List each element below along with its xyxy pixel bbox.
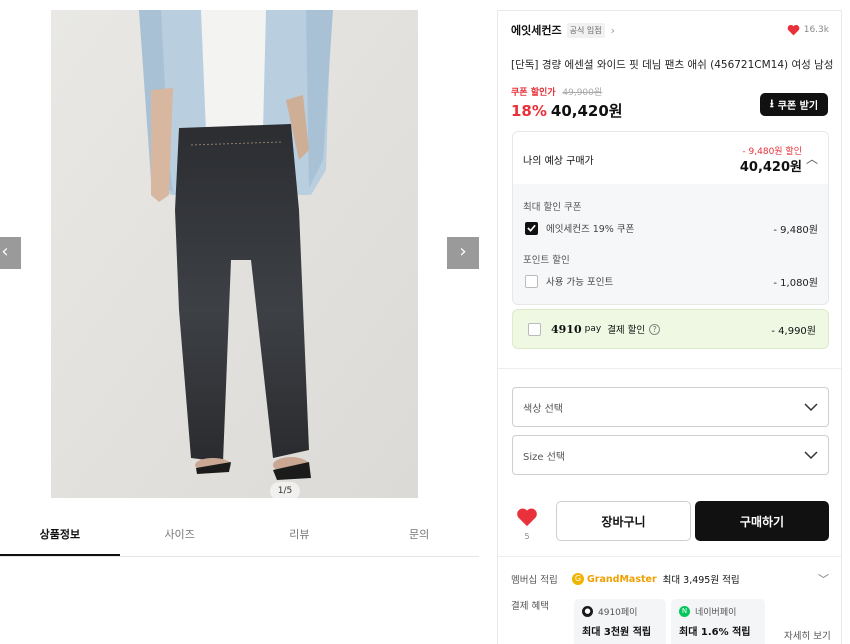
buy-now-button[interactable]: 구매하기 (695, 501, 829, 541)
membership-max: 최대 3,495원 적립 (662, 575, 740, 586)
image-counter: 1/5 (270, 482, 300, 498)
brand-like-button[interactable]: 16.3k (787, 24, 829, 36)
estimated-price-label: 나의 예상 구매가 (523, 156, 594, 167)
discount-rate: 18% (511, 102, 547, 120)
membership-row[interactable]: 멤버십 적립 G GrandMaster 최대 3,495원 적립 ﹀ (511, 571, 829, 587)
chevron-down-icon[interactable]: ﹀ (818, 571, 829, 587)
benefit-card-name: 4910페이 (598, 608, 638, 618)
pay-discount-amount: - 4,990원 (771, 325, 816, 337)
membership-label: 멤버십 적립 (511, 575, 558, 586)
benefit-card-naverpay[interactable]: N 네이버페이 최대 1.6% 적립 (671, 599, 765, 644)
coupon-checkbox-row[interactable]: 에잇세컨즈 19% 쿠폰 - 9,480원 (525, 220, 818, 236)
point-item-amount: - 1,080원 (773, 277, 818, 289)
get-coupon-button[interactable]: ⭳ 쿠폰 받기 (760, 93, 828, 116)
heart-icon (787, 24, 800, 36)
tab-size[interactable]: 사이즈 (120, 516, 240, 556)
like-count: 16.3k (803, 25, 829, 35)
divider (498, 556, 841, 557)
like-button[interactable]: 5 (515, 507, 539, 541)
color-select-placeholder: 색상 선택 (523, 403, 563, 415)
chevron-right-icon[interactable]: › (611, 24, 615, 37)
product-title: [단독] 경량 에센셜 와이드 핏 데님 팬츠 애쉬 (456721CM14) … (511, 59, 834, 71)
point-item-label: 사용 가능 포인트 (546, 277, 614, 288)
benefit-card-text: 최대 3천원 적립 (582, 627, 652, 638)
size-select-placeholder: Size 선택 (523, 451, 566, 463)
sale-price: 40,420원 (550, 102, 623, 120)
chevron-down-icon (804, 450, 818, 459)
product-gallery: 1/5 ‹ › (0, 0, 479, 500)
payment-benefit-label: 결제 혜택 (511, 601, 549, 612)
point-checkbox-row[interactable]: 사용 가능 포인트 - 1,080원 (525, 273, 818, 289)
coupon-item-label: 에잇세컨즈 19% 쿠폰 (546, 224, 635, 235)
point-title: 포인트 할인 (523, 255, 570, 266)
official-badge: 공식 입점 (566, 22, 605, 38)
membership-grade: GrandMaster (587, 573, 657, 585)
grade-badge-icon: G (572, 573, 584, 585)
chevron-right-icon[interactable]: › (447, 237, 479, 269)
pay-discount-row[interactable]: 4910 pay 결제 할인 ? - 4,990원 (512, 309, 829, 349)
discount-details: 최대 할인 쿠폰 에잇세컨즈 19% 쿠폰 - 9,480원 포인트 할인 사용… (513, 184, 828, 304)
benefit-card-4910pay[interactable]: ● 4910페이 최대 3천원 적립 (574, 599, 666, 644)
estimated-price-box: 나의 예상 구매가 - 9,480원 할인 40,420원 ︿ 최대 할인 쿠폰… (512, 131, 829, 305)
original-price: 49,900원 (562, 88, 603, 98)
get-coupon-label: 쿠폰 받기 (777, 101, 819, 112)
pay-checkbox[interactable] (528, 322, 541, 336)
product-tabs: 상품정보 사이즈 리뷰 문의 (0, 516, 479, 557)
coupon-checkbox[interactable] (525, 221, 538, 235)
price-block: 쿠폰 할인가 49,900원 18% 40,420원 (511, 84, 623, 121)
help-icon[interactable]: ? (649, 323, 661, 335)
coupon-price-label: 쿠폰 할인가 (511, 88, 556, 98)
like-count: 5 (524, 532, 530, 541)
tab-inquiry[interactable]: 문의 (359, 516, 479, 556)
pay-brand-sub: pay (584, 324, 602, 334)
point-checkbox[interactable] (525, 274, 538, 288)
estimated-price-header[interactable]: 나의 예상 구매가 - 9,480원 할인 40,420원 ︿ (513, 132, 828, 184)
pay-brand: 4910 (551, 322, 582, 336)
size-select[interactable]: Size 선택 (512, 435, 829, 475)
download-icon: ⭳ (769, 97, 774, 110)
benefit-card-text: 최대 1.6% 적립 (679, 627, 751, 638)
naverpay-logo-icon: N (679, 606, 690, 617)
coupon-item-amount: - 9,480원 (773, 224, 818, 236)
product-image[interactable]: 1/5 (51, 10, 418, 498)
model-illustration (51, 10, 418, 498)
pay-discount-label: 결제 할인 (607, 325, 646, 336)
heart-icon (517, 508, 537, 527)
tab-product-info[interactable]: 상품정보 (0, 516, 120, 556)
max-coupon-title: 최대 할인 쿠폰 (523, 202, 582, 213)
add-to-cart-button[interactable]: 장바구니 (556, 501, 691, 541)
tab-review[interactable]: 리뷰 (240, 516, 360, 556)
brand-name[interactable]: 에잇세컨즈 (511, 22, 562, 38)
4910pay-logo-icon: ● (582, 606, 593, 617)
benefit-card-name: 네이버페이 (695, 608, 737, 618)
chevron-left-icon[interactable]: ‹ (0, 237, 21, 269)
brand-row: 에잇세컨즈 공식 입점 › 16.3k (511, 22, 829, 38)
chevron-up-icon[interactable]: ︿ (806, 150, 818, 167)
purchase-panel: 에잇세컨즈 공식 입점 › 16.3k [단독] 경량 에센셜 와이드 핏 데님… (497, 10, 842, 644)
benefit-more-link[interactable]: 자세히 보기 (784, 628, 831, 642)
color-select[interactable]: 색상 선택 (512, 387, 829, 427)
estimated-price: 40,420원 (739, 160, 802, 175)
check-icon (527, 224, 536, 232)
divider (498, 368, 841, 369)
chevron-down-icon (804, 402, 818, 411)
